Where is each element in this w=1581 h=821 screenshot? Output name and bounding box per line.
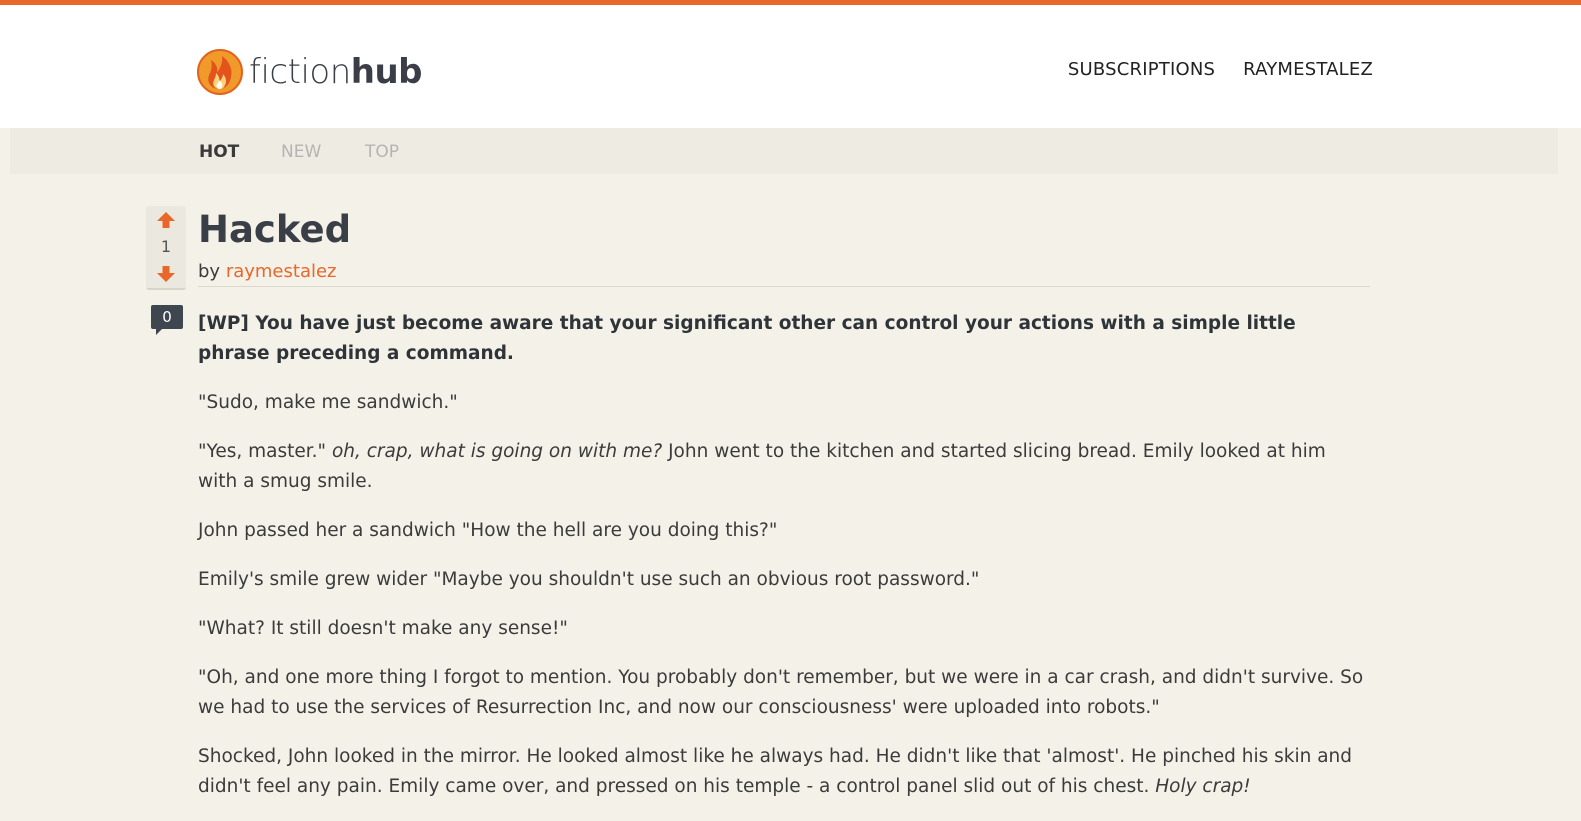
text-segment: "Yes, master." [198, 441, 332, 462]
logo-link[interactable]: fictionhub [197, 49, 423, 95]
sort-tabs-bar: HOT NEW TOP [10, 128, 1558, 174]
italic-thought: oh, crap, what is going on with me? [331, 441, 663, 462]
story-body: [WP] You have just become aware that you… [198, 309, 1370, 821]
site-header: fictionhub SUBSCRIPTIONS RAYMESTALEZ [0, 5, 1581, 128]
flame-icon [197, 49, 243, 95]
post-title: Hacked [198, 208, 352, 251]
user-profile-link[interactable]: RAYMESTALEZ [1243, 59, 1373, 80]
comment-count-badge[interactable]: 0 [151, 305, 183, 335]
logo-text-bold: hub [350, 52, 423, 92]
tab-top[interactable]: TOP [365, 142, 399, 162]
writing-prompt: [WP] You have just become aware that you… [198, 313, 1296, 364]
logo-text-light: fiction [249, 52, 351, 92]
arrow-up-icon[interactable] [156, 211, 176, 229]
divider [198, 286, 1370, 287]
subscriptions-link[interactable]: SUBSCRIPTIONS [1068, 59, 1215, 80]
vote-score: 1 [160, 237, 172, 256]
top-nav: SUBSCRIPTIONS RAYMESTALEZ [1068, 59, 1373, 80]
story-paragraph: "Yes, master." oh, crap, what is going o… [198, 437, 1370, 497]
story-paragraph: "What? It still doesn't make any sense!" [198, 618, 568, 639]
italic-thought: Holy crap! [1155, 776, 1251, 797]
tab-hot[interactable]: HOT [199, 142, 239, 162]
story-paragraph: "Oh, and one more thing I forgot to ment… [198, 667, 1364, 718]
story-paragraph: John passed her a sandwich "How the hell… [198, 520, 778, 541]
story-paragraph: "Sudo, make me sandwich." [198, 392, 458, 413]
arrow-down-icon[interactable] [156, 265, 176, 283]
byline-prefix: by [198, 261, 221, 282]
author-link[interactable]: raymestalez [226, 261, 337, 282]
logo-text: fictionhub [249, 49, 423, 95]
tab-new[interactable]: NEW [281, 142, 321, 162]
byline: by raymestalez [198, 261, 337, 282]
story-paragraph: Emily's smile grew wider "Maybe you shou… [198, 569, 980, 590]
story-paragraph: Shocked, John looked in the mirror. He l… [198, 742, 1370, 802]
vote-widget: 1 [146, 206, 186, 290]
